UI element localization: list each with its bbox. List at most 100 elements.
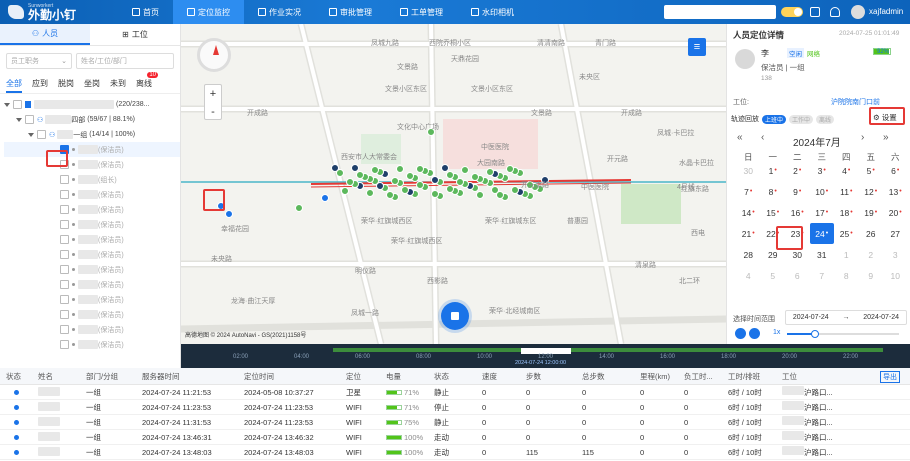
list-item[interactable]: (保洁员) [4, 322, 180, 337]
calendar-day[interactable]: 2 [859, 244, 884, 265]
col-header[interactable]: 定位 [340, 371, 380, 382]
tree-group[interactable]: ⚇ 一组 (14/14 | 100%) [4, 127, 180, 142]
list-item[interactable]: (保洁员) [4, 187, 180, 202]
location-pin-icon[interactable] [511, 186, 519, 194]
list-item[interactable]: (保洁员) [4, 202, 180, 217]
col-header[interactable]: 定位时间 [238, 371, 340, 382]
location-pin-icon[interactable] [371, 166, 379, 174]
member-checkbox[interactable] [60, 295, 69, 304]
member-checkbox[interactable] [60, 280, 69, 289]
play-button[interactable] [735, 328, 746, 339]
location-pin-icon[interactable] [401, 186, 409, 194]
member-checkbox[interactable] [60, 190, 69, 199]
timeline[interactable]: 02:00 04:00 06:00 08:00 10:00 12:00 14:00 16:00… [181, 344, 910, 368]
list-item[interactable]: (保洁员) [4, 142, 180, 157]
location-pin-icon[interactable] [376, 182, 384, 190]
group-checkbox[interactable] [37, 130, 46, 139]
calendar-day[interactable]: 20 • [883, 202, 908, 223]
calendar-day[interactable]: 11 • [834, 181, 859, 202]
username[interactable]: xajfadmin [869, 7, 903, 16]
col-header[interactable]: 总步数 [576, 371, 634, 382]
zoom-in-button[interactable]: + [205, 85, 221, 103]
calendar-day[interactable]: 26 [859, 223, 884, 244]
status-tab-3[interactable]: 坐岗 [84, 78, 100, 93]
col-header[interactable]: 电量 [380, 371, 428, 382]
member-checkbox[interactable] [60, 340, 69, 349]
compass-icon[interactable] [197, 38, 231, 72]
calendar-day[interactable]: 25 • [834, 223, 859, 244]
theme-toggle[interactable] [781, 7, 803, 17]
calendar-day[interactable]: 16 • [785, 202, 810, 223]
calendar-day[interactable]: 4 [736, 265, 761, 286]
member-checkbox[interactable] [60, 325, 69, 334]
location-pin-icon[interactable] [351, 164, 359, 172]
location-pin-icon[interactable] [366, 189, 374, 197]
calendar-day[interactable]: 6 • [883, 160, 908, 181]
location-pin-icon[interactable] [356, 171, 364, 179]
prev-year-icon[interactable]: « [737, 132, 743, 143]
nav-item-0[interactable]: 首页 [118, 0, 173, 24]
pause-button[interactable] [749, 328, 760, 339]
list-item[interactable]: (保洁员) [4, 337, 180, 352]
date-range-input[interactable]: 2024-07-24 → 2024-07-24 [785, 310, 907, 325]
location-pin-icon[interactable] [476, 191, 484, 199]
col-header[interactable]: 状态 [428, 371, 476, 382]
list-icon[interactable]: ≡ [688, 38, 706, 56]
table-row[interactable]: 一组 2024-07-24 13:46:31 2024-07-24 13:46:32… [0, 430, 910, 445]
member-checkbox[interactable] [60, 220, 69, 229]
col-header[interactable]: 工时/排班 [722, 371, 776, 382]
nav-item-3[interactable]: 审批管理 [315, 0, 386, 24]
top-search-input[interactable] [664, 5, 776, 19]
toggle-offline[interactable]: 离线 [816, 114, 835, 124]
toggle-on-duty[interactable]: 上班中 [762, 114, 787, 124]
calendar-day[interactable]: 7 • [736, 181, 761, 202]
col-header[interactable]: 负工时... [678, 371, 722, 382]
calendar-day[interactable]: 17 • [810, 202, 835, 223]
status-tab-1[interactable]: 应到 [32, 78, 48, 93]
status-tab-2[interactable]: 脱岗 [58, 78, 74, 93]
calendar-day[interactable]: 27 [883, 223, 908, 244]
nav-item-2[interactable]: 作业实况 [244, 0, 315, 24]
member-checkbox[interactable] [60, 175, 69, 184]
next-month-icon[interactable]: › [861, 132, 864, 143]
calendar-day[interactable]: 5 [761, 265, 786, 286]
location-pin-icon[interactable] [341, 187, 349, 195]
calendar-day[interactable]: 14 • [736, 202, 761, 223]
avatar[interactable] [851, 5, 865, 19]
location-pin-icon[interactable] [386, 191, 394, 199]
member-checkbox[interactable] [60, 205, 69, 214]
calendar-day[interactable]: 9 • [785, 181, 810, 202]
location-pin-icon[interactable] [431, 190, 439, 198]
next-year-icon[interactable]: » [883, 132, 889, 143]
calendar-day[interactable]: 7 [810, 265, 835, 286]
location-pin-icon[interactable] [406, 172, 414, 180]
status-tab-4[interactable]: 未到 [110, 78, 126, 93]
calendar-day[interactable]: 10 • [810, 181, 835, 202]
location-pin-icon[interactable] [456, 178, 464, 186]
zoom-control[interactable]: + - [204, 84, 222, 120]
map[interactable]: 凤城九路 西院乔桐小区 清清南路 青门路 文景小区东区 天鼎花园 开成路 文景路 文景小区东区未… [181, 24, 726, 344]
calendar-day[interactable]: 12 • [859, 181, 884, 202]
tree-root[interactable]: (220/238... [4, 97, 180, 112]
member-checkbox[interactable] [60, 235, 69, 244]
status-tab-5[interactable]: 离线 10 [136, 72, 158, 93]
calendar-day[interactable]: 8 [834, 265, 859, 286]
table-row[interactable]: 一组 2024-07-24 13:48:03 2024-07-24 13:48:03… [0, 445, 910, 460]
speed-slider[interactable] [787, 330, 899, 338]
location-pin-icon[interactable] [471, 173, 479, 181]
calendar-day[interactable]: 5 • [859, 160, 884, 181]
location-pin-icon[interactable] [486, 168, 494, 176]
list-item[interactable]: (保洁员) [4, 307, 180, 322]
calendar-day[interactable]: 1 • [761, 160, 786, 181]
table-row[interactable]: 一组 2024-07-24 11:21:53 2024-05-08 10:37:27… [0, 385, 910, 400]
bell-icon[interactable] [830, 7, 840, 17]
list-item[interactable]: (保洁员) [4, 277, 180, 292]
tree-dept[interactable]: ⚇ 四部 (59/67 | 88.1%) [4, 112, 180, 127]
list-item[interactable]: (保洁员) [4, 217, 180, 232]
calendar-day[interactable]: 2 • [785, 160, 810, 181]
list-item[interactable]: (保洁员) [4, 232, 180, 247]
search-input[interactable]: 姓名/工位/部门 [76, 53, 174, 69]
location-pin-icon[interactable] [441, 164, 449, 172]
calendar-day[interactable]: 28 [736, 244, 761, 265]
location-pin-icon[interactable] [295, 204, 303, 212]
